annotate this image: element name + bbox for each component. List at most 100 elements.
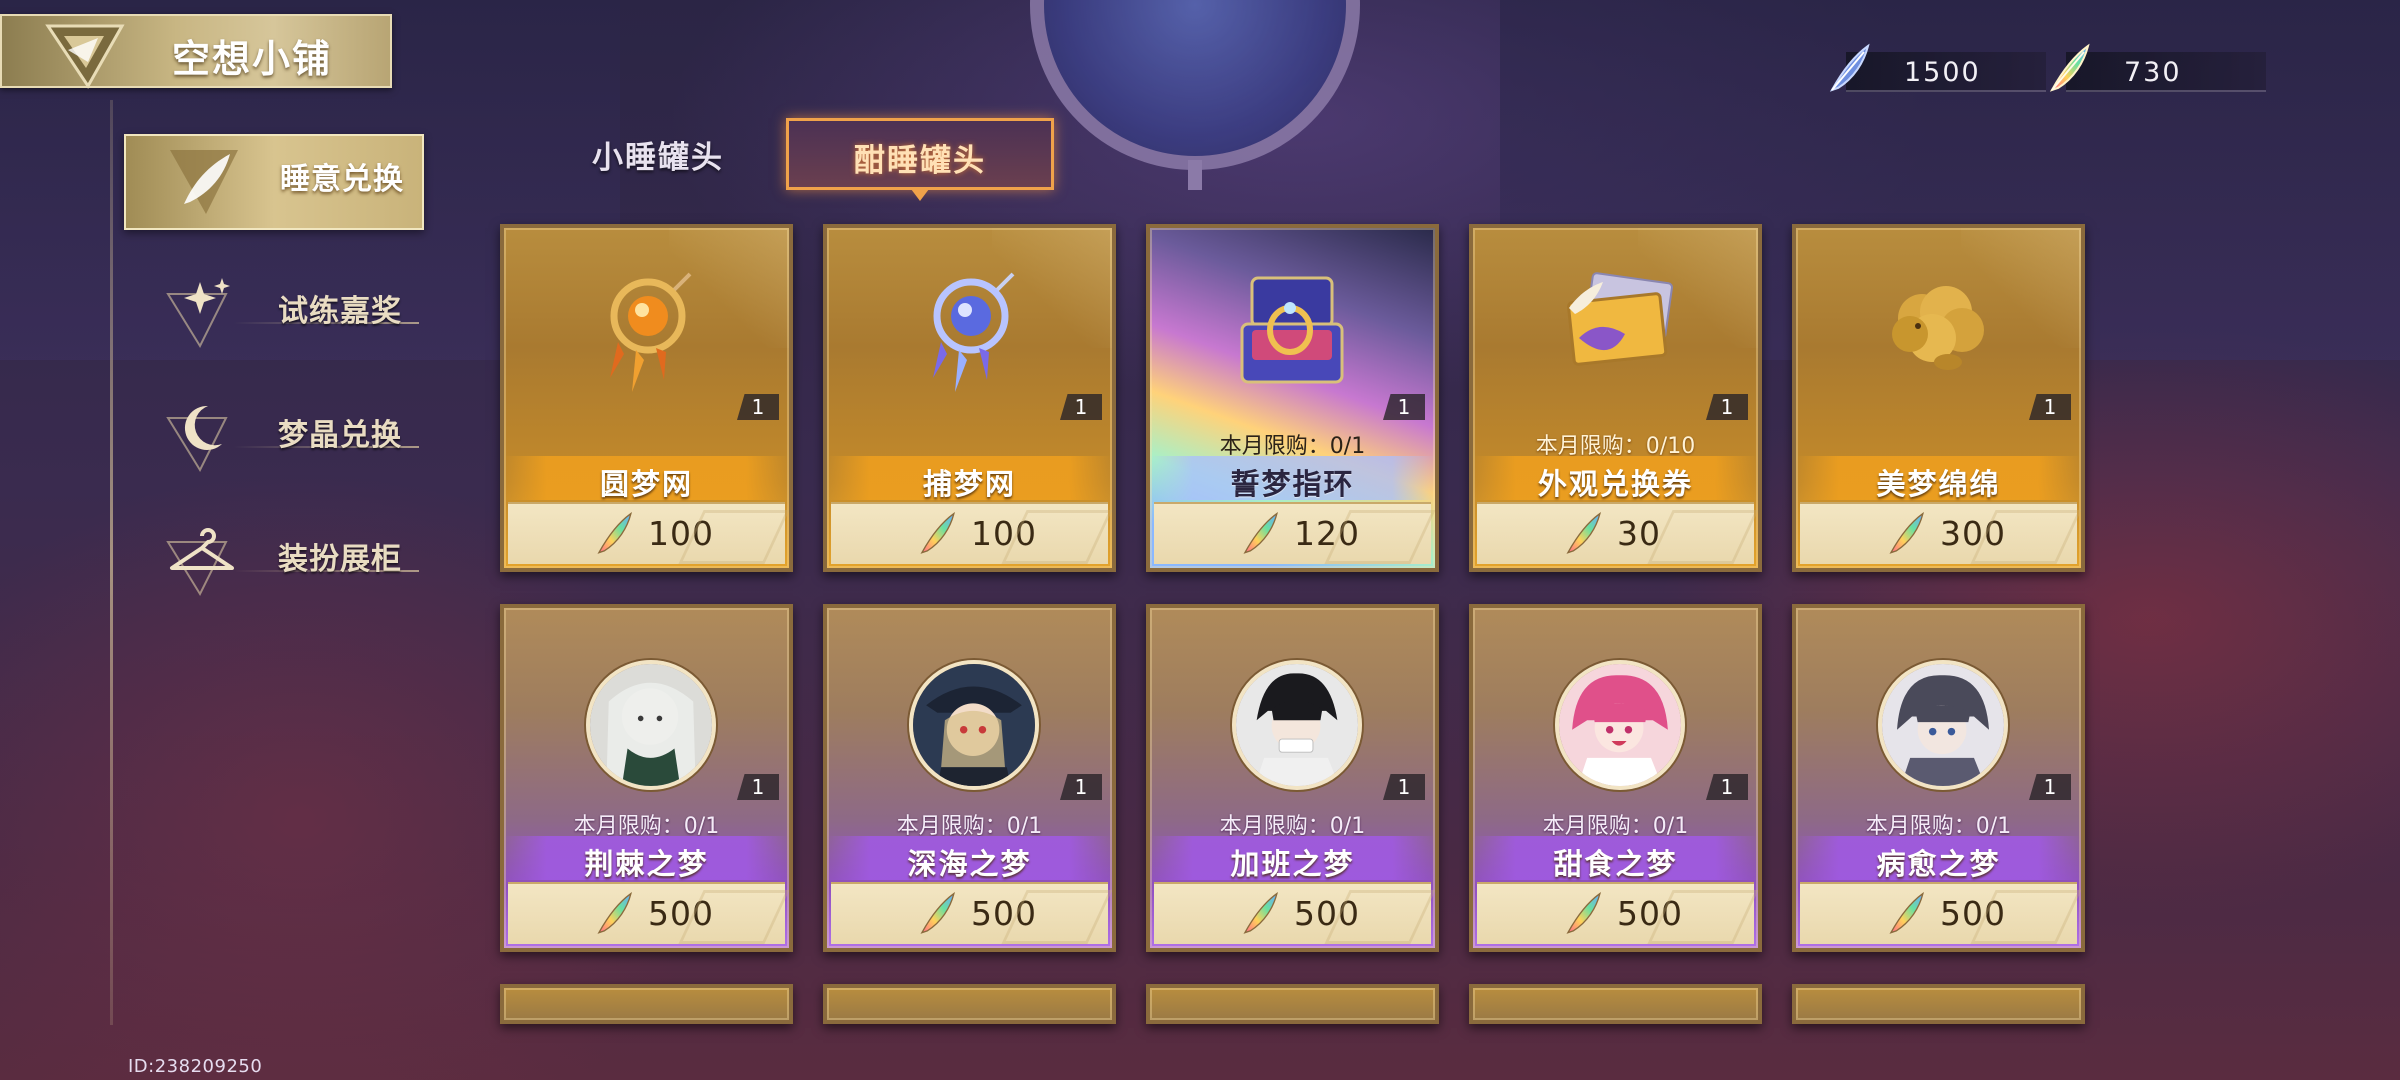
shop-item-card[interactable]: 1 圆梦网 100 <box>500 224 793 572</box>
item-quantity: 1 <box>737 774 779 800</box>
rainbow-feather-icon <box>1243 511 1278 554</box>
character-portrait <box>1555 660 1685 790</box>
item-quantity: 1 <box>1706 394 1748 420</box>
shop-item-card-partial[interactable] <box>500 984 793 1024</box>
shop-item-card[interactable]: 1 本月限购：0/10 外观兑换券 30 <box>1469 224 1762 572</box>
background-clock-stand <box>1188 160 1202 190</box>
item-name: 圆梦网 <box>599 467 693 501</box>
sidebar-item-trial-reward[interactable]: 试练嘉奖 <box>124 268 424 364</box>
hanger-icon <box>166 528 234 597</box>
sidebar-item-label: 梦晶兑换 <box>278 418 402 453</box>
currency-rainbow-feather[interactable]: 730 <box>2049 43 2266 92</box>
rainbow-feather-icon <box>920 511 955 554</box>
character-portrait <box>909 660 1039 790</box>
costume-voucher-icon <box>1567 272 1673 366</box>
rainbow-feather-icon <box>1889 511 1924 554</box>
price-bar: 500 <box>508 882 785 944</box>
tab-deep-sleep-can[interactable]: 酣睡罐头 <box>786 118 1054 201</box>
shop-item-card[interactable]: 1 本月限购：0/1 荆棘之梦 500 <box>500 604 793 952</box>
character-portrait <box>586 660 716 790</box>
portrait-grey-hair-icon <box>1882 664 2004 786</box>
currency-blue-feather[interactable]: 1500 <box>1829 43 2046 92</box>
item-name: 美梦绵绵 <box>1876 467 2001 501</box>
item-price: 500 <box>1617 894 1683 933</box>
sidebar-item-dream-crystal-exchange[interactable]: 梦晶兑换 <box>124 392 424 488</box>
shop-item-card-partial[interactable] <box>1792 984 2085 1024</box>
sidebar-divider <box>110 100 113 1025</box>
blue-feather-icon <box>1829 43 1870 92</box>
ring-box-icon <box>1240 276 1344 384</box>
player-id: ID:238209250 <box>128 1056 263 1077</box>
rainbow-feather-icon <box>2049 43 2090 92</box>
shop-item-card-partial[interactable] <box>823 984 1116 1024</box>
price-bar: 100 <box>508 502 785 564</box>
item-quantity: 1 <box>1060 394 1102 420</box>
item-quantity: 1 <box>1383 394 1425 420</box>
sidebar-item-wardrobe[interactable]: 装扮展柜 <box>124 516 424 612</box>
feather-icon <box>170 150 238 214</box>
price-bar: 120 <box>1154 502 1431 564</box>
item-name: 誓梦指环 <box>1230 467 1355 501</box>
portrait-captain-icon <box>913 664 1035 786</box>
crescent-moon-icon <box>166 405 228 473</box>
item-price: 100 <box>971 514 1037 553</box>
tab-pointer-arrow <box>911 189 929 201</box>
item-quantity: 1 <box>1706 774 1748 800</box>
shop-item-card[interactable]: 1 本月限购：0/1 病愈之梦 500 <box>1792 604 2085 952</box>
shop-item-card[interactable]: 1 美梦绵绵 300 <box>1792 224 2085 572</box>
golden-sheep-icon <box>1892 286 1984 370</box>
item-price: 500 <box>971 894 1037 933</box>
tab-nap-can[interactable]: 小睡罐头 <box>548 118 768 190</box>
shop-item-card[interactable]: 1 本月限购：0/1 甜食之梦 500 <box>1469 604 1762 952</box>
blue-dreamcatcher-icon <box>933 272 1015 392</box>
sidebar-item-label: 睡意兑换 <box>280 162 404 197</box>
item-price: 100 <box>648 514 714 553</box>
shop-item-card[interactable]: 1 本月限购：0/1 誓梦指环 120 <box>1146 224 1439 572</box>
portrait-white-hair-icon <box>590 664 712 786</box>
price-bar: 500 <box>831 882 1108 944</box>
shop-item-card[interactable]: 1 捕梦网 100 <box>823 224 1116 572</box>
rainbow-feather-icon <box>920 891 955 934</box>
price-bar: 500 <box>1800 882 2077 944</box>
sidebar-item-sleep-exchange[interactable]: 睡意兑换 <box>124 134 424 230</box>
sparkle-stars-icon <box>166 278 230 349</box>
price-bar: 500 <box>1477 882 1754 944</box>
shop-title-plate: 空想小铺 <box>0 14 392 89</box>
character-portrait <box>1232 660 1362 790</box>
sidebar-item-label: 装扮展柜 <box>278 542 402 577</box>
item-price: 120 <box>1294 514 1360 553</box>
background-clock <box>1030 0 1360 170</box>
item-quantity: 1 <box>1383 774 1425 800</box>
item-name: 甜食之梦 <box>1553 847 1678 881</box>
item-name: 捕梦网 <box>922 467 1016 501</box>
shop-item-card[interactable]: 1 本月限购：0/1 加班之梦 500 <box>1146 604 1439 952</box>
item-quantity: 1 <box>2029 774 2071 800</box>
portrait-dark-hair-icon <box>1236 664 1358 786</box>
item-price: 500 <box>1940 894 2006 933</box>
rainbow-feather-icon <box>1566 891 1601 934</box>
item-name: 荆棘之梦 <box>584 847 709 881</box>
item-price: 300 <box>1940 514 2006 553</box>
item-quantity: 1 <box>2029 394 2071 420</box>
rainbow-feather-icon <box>1566 511 1601 554</box>
price-bar: 500 <box>1154 882 1431 944</box>
character-portrait <box>1878 660 2008 790</box>
currency-value: 1500 <box>1904 57 1981 88</box>
gold-dreamcatcher-icon <box>610 272 692 392</box>
item-price: 500 <box>648 894 714 933</box>
rainbow-feather-icon <box>597 891 632 934</box>
shop-item-card[interactable]: 1 本月限购：0/1 深海之梦 500 <box>823 604 1116 952</box>
item-name: 深海之梦 <box>907 847 1032 881</box>
item-quantity: 1 <box>737 394 779 420</box>
item-price: 500 <box>1294 894 1360 933</box>
shop-item-card-partial[interactable] <box>1469 984 1762 1024</box>
price-bar: 100 <box>831 502 1108 564</box>
tab-label: 酣睡罐头 <box>854 143 986 179</box>
item-name: 外观兑换券 <box>1537 467 1693 501</box>
price-bar: 300 <box>1800 502 2077 564</box>
currency-value: 730 <box>2124 57 2182 88</box>
item-name: 加班之梦 <box>1230 847 1355 881</box>
item-name: 病愈之梦 <box>1876 847 2001 881</box>
shop-logo-icon <box>45 24 125 89</box>
shop-item-card-partial[interactable] <box>1146 984 1439 1024</box>
